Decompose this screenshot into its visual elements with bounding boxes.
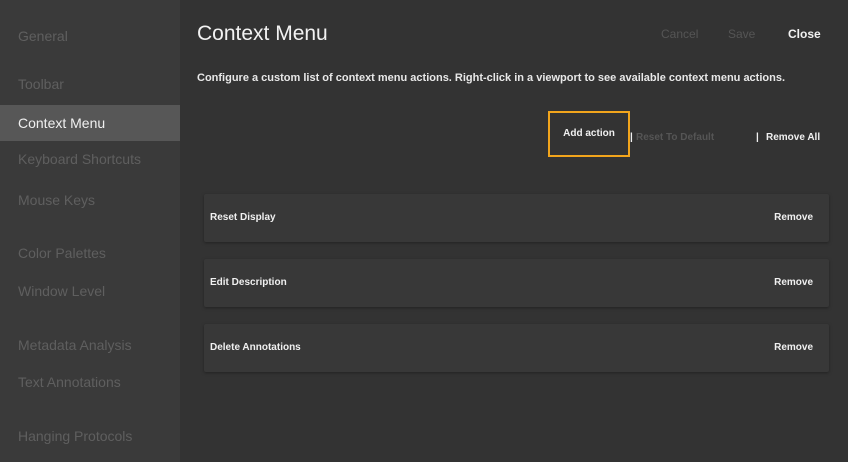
sidebar-item-toolbar[interactable]: Toolbar (0, 66, 180, 102)
separator: | (756, 132, 759, 143)
remove-all-button[interactable]: Remove All (766, 132, 820, 143)
action-toolbar: Add action | Reset To Default | Remove A… (548, 111, 830, 157)
remove-button[interactable]: Remove (774, 259, 813, 307)
sidebar-item-text-annotations[interactable]: Text Annotations (0, 364, 180, 400)
page-title: Context Menu (197, 22, 328, 45)
remove-button[interactable]: Remove (774, 194, 813, 242)
action-label: Delete Annotations (210, 342, 301, 353)
action-label: Edit Description (210, 277, 287, 288)
sidebar-item-metadata-analysis[interactable]: Metadata Analysis (0, 327, 180, 363)
sidebar-item-hanging-protocols[interactable]: Hanging Protocols (0, 418, 180, 454)
description-text: Configure a custom list of context menu … (197, 72, 786, 84)
sidebar-item-window-level[interactable]: Window Level (0, 273, 180, 309)
sidebar-item-keyboard-shortcuts[interactable]: Keyboard Shortcuts (0, 141, 180, 177)
close-button[interactable]: Close (788, 27, 821, 41)
action-label: Reset Display (210, 212, 276, 223)
sidebar-item-context-menu[interactable]: Context Menu (0, 105, 180, 141)
list-item: Delete Annotations Remove (204, 324, 829, 372)
list-item: Edit Description Remove (204, 259, 829, 307)
sidebar-item-mouse-keys[interactable]: Mouse Keys (0, 182, 180, 218)
separator: | (630, 132, 633, 143)
sidebar-item-general[interactable]: General (0, 18, 180, 54)
cancel-button[interactable]: Cancel (661, 27, 698, 41)
sidebar-item-color-palettes[interactable]: Color Palettes (0, 235, 180, 271)
context-menu-panel: Context Menu Cancel Save Close Configure… (180, 0, 848, 462)
settings-sidebar: General Toolbar Context Menu Keyboard Sh… (0, 0, 180, 462)
remove-button[interactable]: Remove (774, 324, 813, 372)
list-item: Reset Display Remove (204, 194, 829, 242)
save-button[interactable]: Save (728, 27, 755, 41)
reset-to-default-button[interactable]: Reset To Default (636, 132, 714, 143)
add-action-button[interactable]: Add action (548, 111, 630, 157)
add-action-label: Add action (563, 128, 615, 139)
